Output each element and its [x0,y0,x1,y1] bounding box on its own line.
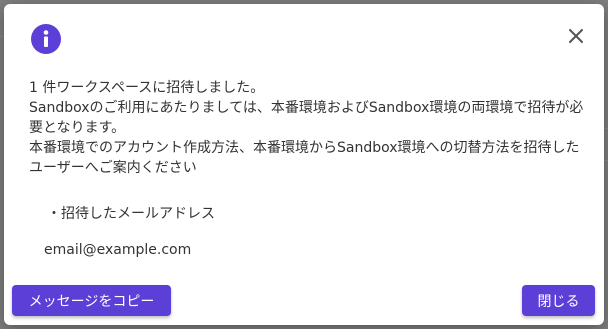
close-icon[interactable] [566,26,586,46]
message-line: ユーザーへご案内ください [29,160,197,176]
info-icon [31,24,61,54]
dialog-message: 1 件ワークスペースに招待しました。 Sandboxのご利用にあたりましては、本… [29,78,589,178]
invite-complete-dialog: 1 件ワークスペースに招待しました。 Sandboxのご利用にあたりましては、本… [4,4,604,325]
background-divider [604,160,608,161]
message-line: 本番環境でのアカウント作成方法、本番環境からSandbox環境への切替方法を招待… [29,140,580,156]
close-button[interactable]: 閉じる [522,285,595,316]
message-line: 要となります。 [29,120,126,136]
copy-message-button-label: メッセージをコピー [28,293,155,310]
copy-message-button[interactable]: メッセージをコピー [12,285,171,316]
background-divider [604,128,608,129]
invited-email-address: email@example.com [44,242,192,258]
invited-email-heading: ・招待したメールアドレス [47,206,215,222]
close-button-label: 閉じる [537,293,580,310]
message-line: Sandboxのご利用にあたりましては、本番環境およびSandbox環境の両環境… [29,100,584,116]
message-line: 1 件ワークスペースに招待しました。 [29,80,265,96]
